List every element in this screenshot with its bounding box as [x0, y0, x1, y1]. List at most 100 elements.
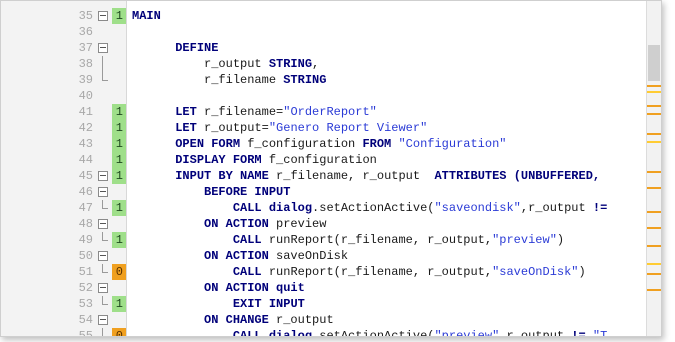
code-text: EXIT INPUT [132, 296, 305, 312]
coverage-count: 1 [112, 120, 126, 136]
vertical-scrollbar[interactable] [646, 1, 661, 336]
code-token: .setActionActive( [312, 329, 435, 337]
fold-guide [98, 56, 108, 72]
code-text: BEFORE INPUT [132, 184, 290, 200]
fold-toggle-icon[interactable] [98, 280, 108, 296]
coverage-mark [647, 227, 661, 229]
line-number: 47 [78, 201, 93, 215]
line-number: 54 [78, 313, 93, 327]
fold-toggle-icon[interactable] [98, 248, 108, 264]
code-line[interactable]: 41 1 LET r_filename="OrderReport" [1, 104, 661, 120]
line-number: 39 [78, 73, 93, 87]
line-number: 44 [78, 153, 93, 167]
code-line[interactable]: 47 1 CALL dialog.setActionActive("saveond… [1, 200, 661, 216]
line-number: 43 [78, 137, 93, 151]
code-line[interactable]: 44 1 DISPLAY FORM f_configuration [1, 152, 661, 168]
code-line[interactable]: 54 ON CHANGE r_output [1, 312, 661, 328]
code-token: .setActionActive( [312, 201, 435, 215]
code-line[interactable]: 45 1 INPUT BY NAME r_filename, r_output A… [1, 168, 661, 184]
code-token: CALL [232, 233, 262, 247]
code-token: ON ACTION [204, 249, 269, 263]
code-token: OPEN FORM [175, 137, 241, 151]
fold-toggle-icon[interactable] [98, 168, 108, 184]
code-token: "saveOnDisk" [492, 265, 579, 279]
line-number: 40 [78, 89, 93, 103]
code-text: MAIN [132, 8, 161, 24]
code-text: CALL dialog.setActionActive("preview",r_… [132, 328, 608, 337]
line-number: 51 [78, 265, 93, 279]
line-number: 46 [78, 185, 93, 199]
code-token: LET [175, 105, 197, 119]
code-token: r_output [132, 57, 269, 71]
code-token: MAIN [132, 9, 161, 23]
code-token: preview [268, 217, 327, 231]
code-token: "saveondisk" [434, 201, 521, 215]
coverage-count: 1 [112, 232, 126, 248]
code-text: ON ACTION quit [132, 280, 305, 296]
fold-guide [98, 72, 108, 88]
line-number: 55 [78, 329, 93, 337]
line-number: 50 [78, 249, 93, 263]
fold-guide [98, 296, 108, 312]
code-line[interactable]: 35 1 MAIN [1, 8, 661, 24]
coverage-mark [647, 273, 661, 275]
code-token: BEFORE INPUT [204, 185, 291, 199]
code-text: ON CHANGE r_output [132, 312, 334, 328]
code-line[interactable]: 40 [1, 88, 661, 104]
code-token: ,r_output [520, 201, 593, 215]
code-token: f_configuration [261, 153, 377, 167]
coverage-mark [647, 85, 661, 87]
code-text: CALL runReport(r_filename, r_output,"sav… [132, 264, 586, 280]
line-number: 38 [78, 57, 93, 71]
code-line[interactable]: 38 r_output STRING, [1, 56, 661, 72]
code-line[interactable]: 55 0 CALL dialog.setActionActive("preview… [1, 328, 661, 337]
coverage-count: 1 [112, 296, 126, 312]
code-text: r_filename STRING [132, 72, 326, 88]
code-token: != [571, 329, 586, 337]
code-token: ,r_output [499, 329, 572, 337]
fold-toggle-icon[interactable] [98, 216, 108, 232]
line-number: 48 [78, 217, 93, 231]
code-line[interactable]: 49 1 CALL runReport(r_filename, r_output,… [1, 232, 661, 248]
scrollbar-thumb[interactable] [648, 45, 660, 81]
fold-toggle-icon[interactable] [98, 40, 108, 56]
coverage-mark [647, 91, 661, 93]
code-token: "T [592, 329, 608, 337]
line-number: 49 [78, 233, 93, 247]
code-line[interactable]: 51 0 CALL runReport(r_filename, r_output,… [1, 264, 661, 280]
code-line[interactable]: 42 1 LET r_output="Genero Report Viewer" [1, 120, 661, 136]
code-line[interactable]: 36 [1, 24, 661, 40]
code-token: "preview" [434, 329, 500, 337]
fold-toggle-icon[interactable] [98, 8, 108, 24]
code-line[interactable]: 53 1 EXIT INPUT [1, 296, 661, 312]
code-text: LET r_output="Genero Report Viewer" [132, 120, 427, 136]
fold-toggle-icon[interactable] [98, 184, 108, 200]
line-number: 36 [78, 25, 93, 39]
fold-toggle-icon[interactable] [98, 312, 108, 328]
coverage-mark [647, 133, 661, 135]
code-line[interactable]: 52 ON ACTION quit [1, 280, 661, 296]
code-line[interactable]: 43 1 OPEN FORM f_configuration FROM "Conf… [1, 136, 661, 152]
code-line[interactable]: 39 r_filename STRING [1, 72, 661, 88]
code-text: OPEN FORM f_configuration FROM "Configur… [132, 136, 506, 152]
coverage-mark [647, 141, 661, 143]
line-number: 41 [78, 105, 93, 119]
code-text: DEFINE [132, 40, 218, 56]
coverage-mark [647, 245, 661, 247]
code-line[interactable]: 48 ON ACTION preview [1, 216, 661, 232]
code-token: STRING [268, 57, 313, 71]
coverage-count: 1 [112, 8, 126, 24]
code-line[interactable]: 46 BEFORE INPUT [1, 184, 661, 200]
code-line[interactable]: 50 ON ACTION saveOnDisk [1, 248, 661, 264]
code-editor[interactable]: 35 1 MAIN 36 37 DEFINE 38 r_output STRING, 39 … [0, 0, 662, 337]
code-line[interactable]: 37 DEFINE [1, 40, 661, 56]
code-token: ) [556, 233, 565, 247]
coverage-count: 1 [112, 136, 126, 152]
coverage-count: 0 [112, 264, 126, 280]
